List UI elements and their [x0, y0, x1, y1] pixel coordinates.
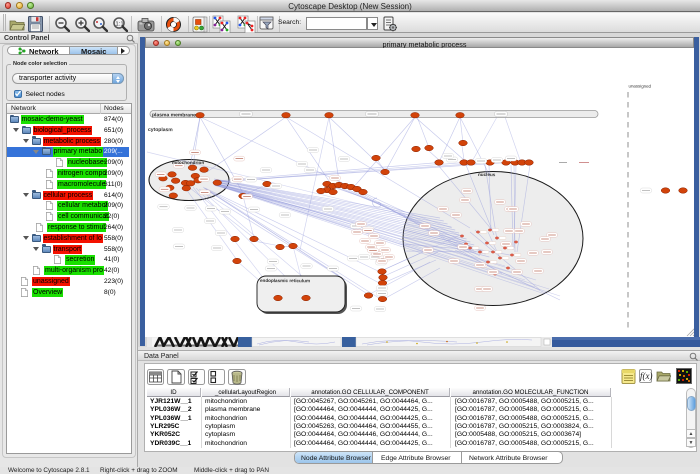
svg-text:mitochondrion: mitochondrion: [172, 160, 204, 165]
svg-text:endoplasmic reticulum: endoplasmic reticulum: [260, 278, 310, 283]
svg-text:1:1: 1:1: [115, 20, 124, 27]
svg-text:unassigned: unassigned: [628, 84, 651, 89]
svg-text:nucleus: nucleus: [478, 172, 496, 177]
svg-text:cytoplasm: cytoplasm: [148, 127, 173, 133]
svg-text:plasma membrane: plasma membrane: [152, 112, 196, 118]
